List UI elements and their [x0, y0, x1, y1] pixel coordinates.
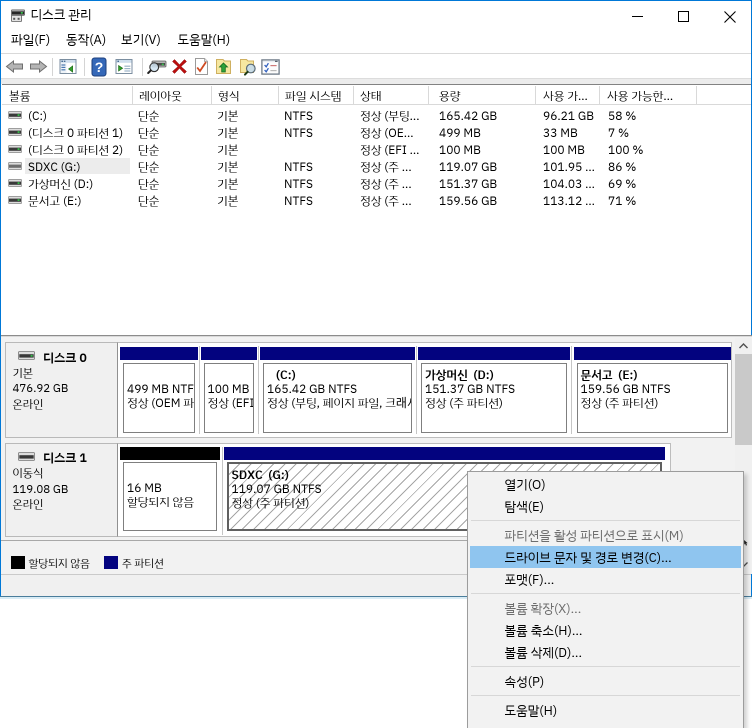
- svg-text:?: ?: [95, 59, 104, 75]
